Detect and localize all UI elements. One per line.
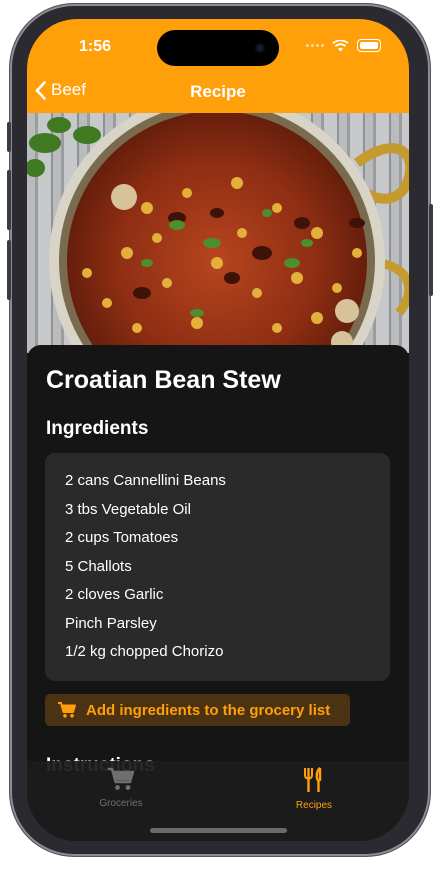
home-indicator [150,828,287,833]
tab-recipes-label: Recipes [295,800,333,811]
cart-icon [58,702,76,718]
ingredient-item: 1/2 kg chopped Chorizo [65,643,224,660]
ingredients-list: 2 cans Cannellini Beans 3 tbs Vegetable … [45,453,390,681]
recipe-photo [27,113,409,353]
wifi-icon [332,39,349,51]
battery-icon [357,39,381,52]
dynamic-island [157,30,279,66]
tab-groceries[interactable]: Groceries [61,767,181,809]
fork-knife-icon [304,767,322,792]
status-time: 1:56 [79,38,112,55]
ingredient-item: 2 cans Cannellini Beans [65,472,226,489]
ingredient-item: 2 cups Tomatoes [65,529,179,546]
camera-icon [255,43,265,53]
ingredient-item: Pinch Parsley [65,614,157,632]
nav-title: Recipe [190,82,246,101]
action-button [7,122,11,152]
add-to-grocery-label: Add ingredients to the grocery list [86,701,331,719]
ingredient-item: 3 tbs Vegetable Oil [65,500,191,518]
ingredient-item: 5 Challots [65,557,132,575]
volume-down-button [7,240,11,300]
tab-groceries-label: Groceries [99,798,143,809]
tab-recipes[interactable]: Recipes [254,767,374,811]
tab-bar: Groceries Recipes [27,761,409,841]
cart-icon [108,767,135,790]
header: 1:56 Beef Recipe [27,19,409,113]
volume-up-button [7,170,11,230]
signal-icon [306,44,324,47]
power-button [429,204,433,296]
add-to-grocery-list-button[interactable]: Add ingredients to the grocery list [45,694,350,726]
ingredient-item: 2 cloves Garlic [65,586,164,603]
status-icons [306,39,381,52]
screen: 1:56 Beef Recipe Croatian Bean Stew Ingr… [27,19,409,841]
ingredients-heading: Ingredients [46,418,149,439]
recipe-title: Croatian Bean Stew [46,366,281,394]
